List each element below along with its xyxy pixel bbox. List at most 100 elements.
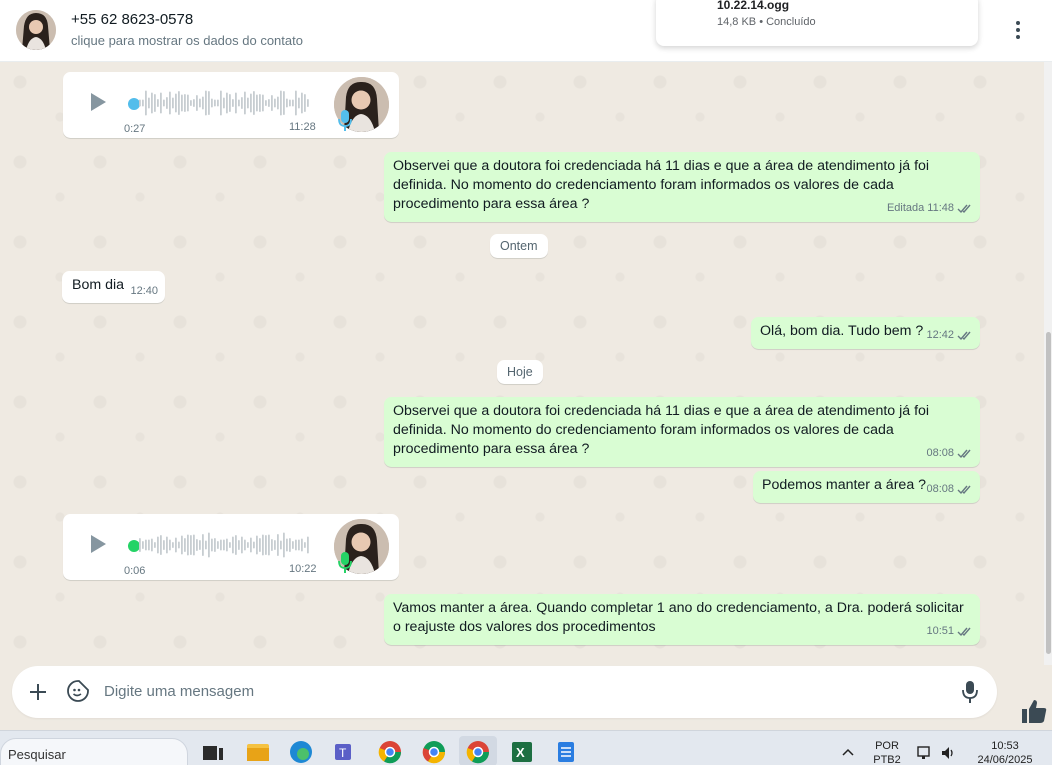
- waveform-bar: [250, 93, 252, 113]
- waveform-bar: [271, 539, 273, 551]
- waveform-bar: [262, 534, 264, 556]
- waveform-bar: [217, 541, 219, 549]
- network-icon[interactable]: [916, 744, 934, 762]
- waveform-bar: [145, 90, 147, 116]
- waveform-bar: [220, 90, 222, 116]
- waveform-bar: [235, 535, 237, 555]
- chrome-icon[interactable]: [378, 740, 402, 764]
- waveform-bar: [250, 537, 252, 553]
- waveform-bar: [184, 94, 186, 112]
- message-input[interactable]: Digite uma mensagem: [104, 683, 254, 700]
- message-meta: 08:08: [926, 480, 973, 499]
- waveform-bar: [238, 99, 240, 107]
- outgoing-message[interactable]: Vamos manter a área. Quando completar 1 …: [384, 594, 980, 645]
- clock-date: 24/06/2025: [977, 754, 1033, 765]
- waveform-bar: [160, 92, 162, 114]
- message-composer[interactable]: Digite uma mensagem: [12, 666, 997, 718]
- outgoing-message[interactable]: Podemos manter a área ? 08:08: [753, 471, 980, 503]
- microphone-icon[interactable]: [958, 679, 982, 705]
- waveform-bar: [145, 539, 147, 551]
- waveform-bar: [274, 540, 276, 550]
- message-text: Observei que a doutora foi credenciada h…: [393, 403, 930, 457]
- contact-info-hint[interactable]: clique para mostrar os dados do contato: [71, 33, 303, 48]
- contact-name[interactable]: +55 62 8623-0578: [71, 11, 193, 28]
- download-file-name: 10.22.14.ogg: [717, 0, 790, 12]
- taskbar-search[interactable]: Pesquisar: [0, 738, 188, 765]
- waveform-bar: [205, 540, 207, 550]
- notepad-icon[interactable]: [554, 740, 578, 764]
- sticker-icon[interactable]: [66, 679, 90, 703]
- waveform-bar: [184, 538, 186, 552]
- task-view-icon[interactable]: [201, 740, 225, 764]
- message-time: 11:28: [289, 121, 316, 133]
- waveform-bar: [202, 96, 204, 110]
- waveform-bar: [292, 99, 294, 107]
- system-clock[interactable]: 10:53 24/06/2025: [970, 739, 1040, 765]
- waveform-bar: [298, 97, 300, 109]
- voice-message[interactable]: 0:27 11:28: [63, 72, 399, 138]
- play-icon[interactable]: [85, 532, 109, 556]
- windows-taskbar: Pesquisar T X POR PTB2 10:53 24/06/2025: [0, 730, 1052, 765]
- chrome-active-icon[interactable]: [466, 740, 490, 764]
- waveform-bar: [265, 100, 267, 106]
- teams-icon[interactable]: T: [333, 740, 357, 764]
- download-notification[interactable]: 10.22.14.ogg 14,8 KB • Concluído: [656, 0, 978, 46]
- svg-text:X: X: [516, 745, 525, 760]
- waveform-bar: [166, 536, 168, 554]
- waveform-bar: [208, 532, 210, 558]
- chevron-up-icon[interactable]: [840, 744, 856, 760]
- excel-icon[interactable]: X: [510, 740, 534, 764]
- waveform-bar: [208, 91, 210, 115]
- waveform-bar: [289, 538, 291, 552]
- waveform-bar: [229, 542, 231, 548]
- chat-pane[interactable]: 0:27 11:28 Observei que a doutora foi cr…: [0, 62, 1044, 665]
- incoming-message[interactable]: Bom dia 12:40: [62, 271, 165, 303]
- edge-icon[interactable]: [289, 740, 313, 764]
- waveform-bar: [307, 99, 309, 107]
- voice-message[interactable]: 0:06 10:22: [63, 514, 399, 580]
- clock-time: 10:53: [991, 740, 1019, 752]
- message-time: 08:08: [926, 447, 954, 459]
- waveform-bar: [187, 94, 189, 112]
- message-meta: 10:51: [926, 622, 973, 641]
- waveform-bar: [187, 534, 189, 556]
- waveform-bar: [190, 535, 192, 555]
- mic-icon: [338, 110, 352, 131]
- file-explorer-icon[interactable]: [246, 740, 270, 764]
- more-vertical-icon[interactable]: [1006, 18, 1030, 42]
- waveform[interactable]: [139, 88, 309, 118]
- waveform-bar: [142, 541, 144, 549]
- message-time: 12:42: [926, 329, 954, 341]
- chrome-profile-icon[interactable]: [422, 740, 446, 764]
- scrollbar-thumb[interactable]: [1046, 332, 1051, 654]
- waveform-bar: [178, 91, 180, 115]
- volume-icon[interactable]: [940, 744, 958, 762]
- waveform-bar: [259, 538, 261, 552]
- waveform-bar: [265, 535, 267, 555]
- waveform-bar: [280, 540, 282, 550]
- plus-icon[interactable]: [26, 680, 50, 704]
- edited-label: Editada: [886, 202, 925, 214]
- waveform-bar: [181, 535, 183, 555]
- waveform-bar: [277, 96, 279, 110]
- waveform-bar: [241, 536, 243, 554]
- double-check-icon: [957, 331, 971, 341]
- message-text: Observei que a doutora foi credenciada h…: [393, 158, 930, 212]
- waveform-bar: [283, 91, 285, 115]
- waveform-bar: [244, 539, 246, 551]
- play-icon[interactable]: [85, 90, 109, 114]
- outgoing-message[interactable]: Observei que a doutora foi credenciada h…: [384, 397, 980, 467]
- chat-scrollbar[interactable]: [1044, 62, 1052, 665]
- waveform-bar: [151, 92, 153, 114]
- waveform-bar: [211, 538, 213, 552]
- input-language[interactable]: POR PTB2: [870, 739, 904, 765]
- outgoing-message[interactable]: Olá, bom dia. Tudo bem ? 12:42: [751, 317, 980, 349]
- waveform[interactable]: [139, 530, 309, 560]
- contact-avatar[interactable]: [16, 10, 56, 50]
- outgoing-message[interactable]: Observei que a doutora foi credenciada h…: [384, 152, 980, 222]
- waveform-bar: [226, 92, 228, 114]
- thumbs-up-icon[interactable]: [1020, 697, 1048, 725]
- waveform-bar: [271, 95, 273, 111]
- waveform-bar: [178, 541, 180, 549]
- waveform-bar: [211, 98, 213, 108]
